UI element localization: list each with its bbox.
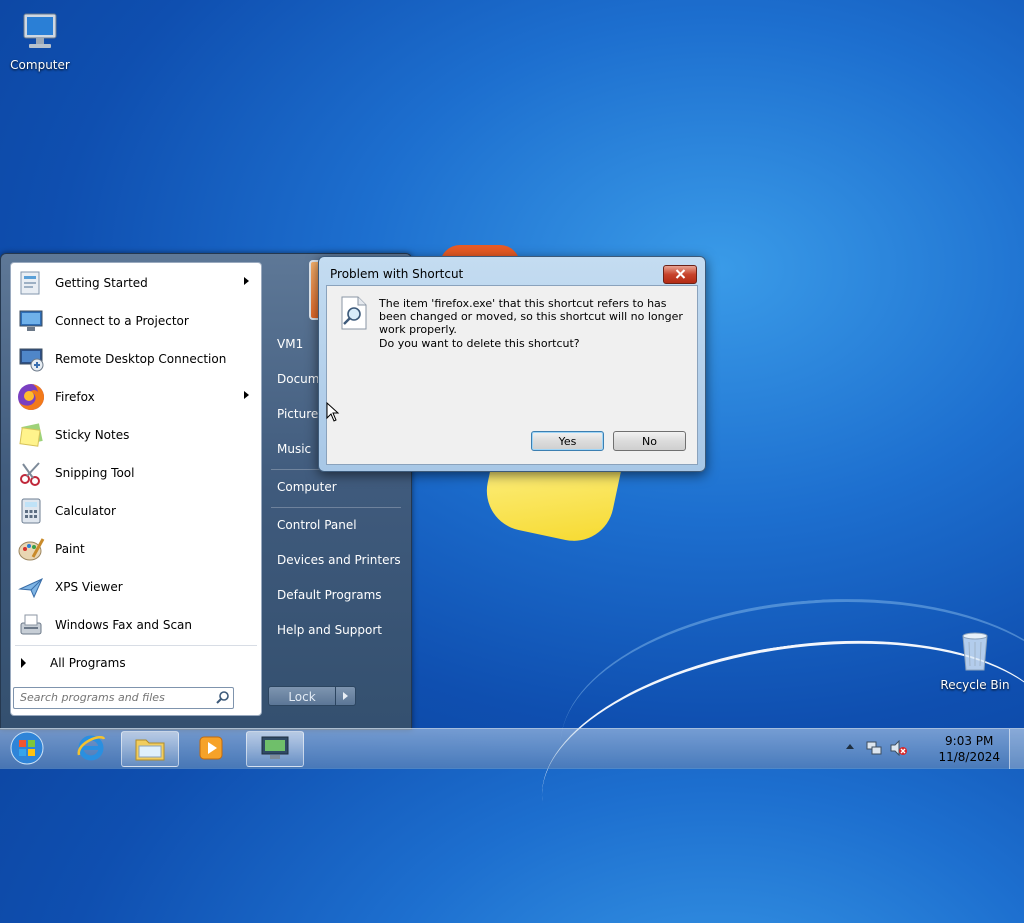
program-label: Connect to a Projector — [55, 314, 189, 328]
start-button[interactable] — [0, 731, 54, 767]
shutdown-options-button[interactable] — [336, 686, 356, 706]
yes-button[interactable]: Yes — [531, 431, 604, 451]
program-label: Paint — [55, 542, 85, 556]
clock-time: 9:03 PM — [945, 734, 994, 748]
expand-arrow-icon — [21, 658, 26, 668]
program-label: Windows Fax and Scan — [55, 618, 193, 632]
getting-started-icon — [15, 267, 47, 299]
clock[interactable]: 9:03 PM 11/8/2024 — [938, 733, 1000, 765]
program-connect-to-projector[interactable]: Connect to a Projector — [11, 303, 261, 339]
search-icon[interactable] — [216, 691, 229, 707]
divider — [271, 507, 401, 508]
desktop-icon-label: Recycle Bin — [940, 678, 1010, 692]
problem-with-shortcut-dialog: Problem with Shortcut The item 'firefox.… — [318, 256, 706, 472]
sticky-notes-icon — [15, 419, 47, 451]
firefox-icon — [15, 381, 47, 413]
snipping-tool-icon — [15, 457, 47, 489]
clock-date: 11/8/2024 — [938, 750, 1000, 764]
computer-icon — [16, 8, 64, 56]
taskbar: 9:03 PM 11/8/2024 — [0, 728, 1024, 769]
lock-button[interactable]: Lock — [268, 686, 336, 706]
chevron-up-icon — [846, 744, 854, 749]
program-label: Calculator — [55, 504, 116, 518]
no-button[interactable]: No — [613, 431, 686, 451]
show-desktop-button[interactable] — [1009, 729, 1024, 769]
volume-muted-icon[interactable] — [890, 739, 908, 759]
desktop-icon-recycle-bin[interactable]: Recycle Bin — [935, 628, 1015, 692]
right-item-computer[interactable]: Computer — [277, 480, 337, 494]
all-programs-button[interactable]: All Programs — [11, 651, 261, 675]
chevron-right-icon — [343, 692, 348, 700]
search-box[interactable] — [13, 687, 234, 709]
calculator-icon — [15, 495, 47, 527]
program-label: Remote Desktop Connection — [55, 352, 227, 366]
program-snipping-tool[interactable]: Snipping Tool — [11, 455, 261, 491]
right-item-music[interactable]: Music — [277, 442, 311, 456]
lock-control: Lock — [268, 686, 356, 706]
remote-desktop-icon — [15, 343, 47, 375]
mouse-cursor-icon — [326, 401, 340, 425]
program-label: Snipping Tool — [55, 466, 135, 480]
right-item-help-and-support[interactable]: Help and Support — [277, 623, 382, 637]
projector-icon — [15, 305, 47, 337]
remote-desktop-icon — [259, 734, 291, 765]
right-item-control-panel[interactable]: Control Panel — [277, 518, 357, 532]
document-search-icon — [339, 296, 369, 333]
paint-icon — [15, 533, 47, 565]
submenu-arrow-icon[interactable] — [244, 277, 249, 285]
folder-icon — [134, 734, 166, 765]
fax-scan-icon — [15, 609, 47, 641]
windows-orb-icon — [9, 730, 45, 769]
program-getting-started[interactable]: Getting Started — [11, 265, 261, 301]
all-programs-label: All Programs — [50, 656, 126, 670]
dialog-content: The item 'firefox.exe' that this shortcu… — [326, 285, 698, 465]
program-label: XPS Viewer — [55, 580, 123, 594]
dialog-message: The item 'firefox.exe' that this shortcu… — [379, 297, 683, 336]
close-icon — [675, 268, 686, 282]
right-item-vm1[interactable]: VM1 — [277, 337, 303, 351]
show-hidden-icons-button[interactable] — [846, 744, 854, 749]
program-remote-desktop[interactable]: Remote Desktop Connection — [11, 341, 261, 377]
program-sticky-notes[interactable]: Sticky Notes — [11, 417, 261, 453]
program-firefox[interactable]: Firefox — [11, 379, 261, 415]
right-item-default-programs[interactable]: Default Programs — [277, 588, 382, 602]
taskbar-media-player[interactable] — [182, 731, 240, 767]
internet-explorer-icon — [76, 733, 106, 766]
program-xps-viewer[interactable]: XPS Viewer — [11, 569, 261, 605]
program-label: Sticky Notes — [55, 428, 130, 442]
taskbar-internet-explorer[interactable] — [62, 731, 120, 767]
close-button[interactable] — [663, 265, 697, 284]
network-icon[interactable] — [866, 740, 882, 759]
search-input[interactable] — [14, 688, 205, 706]
desktop-icon-label: Computer — [10, 58, 70, 72]
program-label: Getting Started — [55, 276, 148, 290]
program-label: Firefox — [55, 390, 95, 404]
dialog-question: Do you want to delete this shortcut? — [379, 337, 580, 350]
media-player-icon — [196, 733, 226, 766]
xps-viewer-icon — [15, 571, 47, 603]
right-item-devices-and-printers[interactable]: Devices and Printers — [277, 553, 401, 567]
taskbar-windows-explorer[interactable] — [121, 731, 179, 767]
program-calculator[interactable]: Calculator — [11, 493, 261, 529]
program-paint[interactable]: Paint — [11, 531, 261, 567]
program-windows-fax-and-scan[interactable]: Windows Fax and Scan — [11, 607, 261, 643]
divider — [15, 645, 257, 646]
recycle-bin-icon — [951, 628, 999, 676]
desktop-icon-computer[interactable]: Computer — [0, 8, 80, 72]
submenu-arrow-icon[interactable] — [244, 391, 249, 399]
start-menu-programs-pane: Getting Started Connect to a Projector R… — [10, 262, 262, 716]
taskbar-remote-desktop[interactable] — [246, 731, 304, 767]
dialog-title: Problem with Shortcut — [330, 267, 464, 281]
